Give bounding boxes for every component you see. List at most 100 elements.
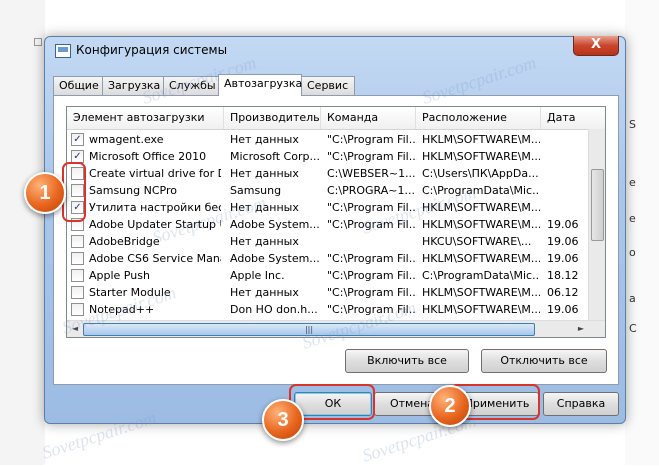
date-cell: 06.12	[547, 286, 579, 299]
startup-item-name: Microsoft Office 2010	[89, 150, 207, 163]
startup-checkbox[interactable]	[71, 218, 84, 231]
table-row[interactable]: Notepad++ Don HO don.h... "C:\Program Fil.…	[67, 301, 589, 318]
background-char: S	[629, 118, 636, 131]
window-title: Конфигурация системы	[76, 43, 228, 57]
vendor-cell: Adobe System...	[230, 252, 320, 265]
location-cell: HKLM\SOFTWARE\M...	[422, 201, 540, 214]
msconfig-app-icon	[55, 44, 71, 58]
startup-item-name: Apple Push	[89, 269, 150, 282]
command-cell: "C:\Program Fil...	[327, 150, 417, 163]
startup-item-name: Adobe CS6 Service Manager	[89, 252, 221, 265]
startup-list: Элемент автозагрузки Производитель Коман…	[66, 106, 606, 338]
date-cell	[547, 131, 587, 148]
table-row[interactable]: ✓ wmagent.exe Нет данных "C:\Program Fil...…	[67, 131, 589, 148]
tab-general[interactable]: Общие	[53, 76, 103, 95]
startup-checkbox[interactable]	[71, 184, 84, 197]
table-row[interactable]: Samsung NCPro Samsung C:\PROGRA~1... C:\Pro…	[67, 182, 589, 199]
location-cell: C:\Users\ПК\AppDa...	[422, 167, 539, 180]
column-header-startup-item[interactable]: Элемент автозагрузки	[67, 107, 224, 129]
startup-item-name: Create virtual drive for D...	[89, 167, 221, 180]
list-header: Элемент автозагрузки Производитель Коман…	[67, 107, 605, 130]
table-row[interactable]: Apple Push Apple Inc. "C:\Program Fil... C:…	[67, 267, 589, 284]
check-icon: ✓	[73, 202, 82, 213]
background-char: a	[629, 292, 636, 305]
startup-checkbox[interactable]	[71, 303, 84, 316]
table-row[interactable]: Create virtual drive for D... Нет данных C…	[67, 165, 589, 182]
startup-checkbox[interactable]: ✓	[71, 150, 84, 163]
location-cell: C:\ProgramData\Mic...	[422, 269, 540, 282]
startup-item-name: Утилита настройки бесп...	[89, 201, 221, 214]
close-button[interactable]: X	[573, 36, 619, 56]
tab-boot[interactable]: Загрузка	[102, 76, 164, 95]
vendor-cell: Microsoft Corp...	[230, 150, 320, 163]
location-cell: C:\ProgramData\Mic...	[422, 184, 540, 197]
horizontal-scroll-thumb[interactable]: |||	[83, 323, 535, 336]
startup-checkbox[interactable]	[71, 269, 84, 282]
command-cell: "C:\Program Fil...	[327, 133, 417, 146]
column-header-vendor[interactable]: Производитель	[224, 107, 321, 129]
startup-checkbox[interactable]	[71, 286, 84, 299]
date-cell	[547, 165, 587, 182]
date-cell: 19.06	[547, 303, 579, 316]
tab-services[interactable]: Службы	[163, 76, 219, 95]
scroll-left-icon[interactable]: ◄	[69, 323, 81, 335]
scroll-grip-icon: |||	[304, 325, 314, 334]
close-icon: X	[590, 37, 602, 52]
horizontal-scrollbar[interactable]: ◄ ||| ►	[67, 320, 605, 337]
command-cell: "C:\Program Fil...	[327, 303, 417, 316]
vertical-scrollbar[interactable]	[588, 129, 605, 321]
vendor-cell: Samsung	[230, 184, 282, 197]
enable-all-button[interactable]: Включить все	[345, 349, 469, 373]
command-cell: "C:\Program Fil...	[327, 201, 417, 214]
startup-item-name: wmagent.exe	[89, 133, 164, 146]
background-char: e	[629, 212, 636, 225]
msconfig-window: Конфигурация системы X Общие Загрузка Сл…	[44, 36, 626, 424]
startup-checkbox[interactable]	[71, 252, 84, 265]
date-cell: 18.12	[547, 269, 579, 282]
startup-checkbox[interactable]: ✓	[71, 201, 84, 214]
help-button[interactable]: Справка	[543, 392, 619, 416]
date-cell	[547, 182, 587, 199]
column-header-location[interactable]: Расположение	[416, 107, 541, 129]
table-row[interactable]: AdobeBridge Нет данных HKCU\SOFTWARE\... 19…	[67, 233, 589, 250]
check-icon: ✓	[73, 134, 82, 145]
vendor-cell: Don HO don.h...	[230, 303, 318, 316]
ok-button[interactable]: ОК	[294, 392, 372, 416]
vendor-cell: Нет данных	[230, 235, 299, 248]
command-cell: C:\WEBSER~1...	[327, 167, 416, 180]
location-cell: HKLM\SOFTWARE\M...	[422, 303, 540, 316]
vendor-cell: Apple Inc.	[230, 269, 285, 282]
table-row[interactable]: Adobe CS6 Service Manager Adobe System...…	[67, 250, 589, 267]
location-cell: HKLM\SOFTWARE\M...	[422, 286, 540, 299]
location-cell: HKLM\SOFTWARE\M...	[422, 150, 540, 163]
check-icon: ✓	[73, 151, 82, 162]
startup-checkbox[interactable]	[71, 235, 84, 248]
desktop-left-edge	[0, 0, 45, 465]
startup-checkbox[interactable]: ✓	[71, 133, 84, 146]
column-header-command[interactable]: Команда	[321, 107, 416, 129]
vendor-cell: Нет данных	[230, 201, 299, 214]
startup-checkbox[interactable]	[71, 167, 84, 180]
command-cell: "C:\Program Fil...	[327, 252, 417, 265]
column-header-date[interactable]: Дата	[541, 107, 605, 129]
command-cell: "C:\Program Fil...	[327, 286, 417, 299]
scroll-right-icon[interactable]: ►	[575, 323, 587, 335]
vendor-cell: Adobe System...	[230, 218, 320, 231]
window-fragment-icon	[34, 38, 42, 46]
startup-panel: Элемент автозагрузки Производитель Коман…	[53, 95, 619, 385]
startup-item-name: Adobe Updater Startup U...	[89, 218, 221, 231]
vendor-cell: Нет данных	[230, 133, 299, 146]
table-row[interactable]: ✓ Утилита настройки бесп... Нет данных "C:\…	[67, 199, 589, 216]
desktop-right-edge: S e e o a C	[625, 0, 659, 465]
date-cell	[547, 148, 587, 165]
date-cell: 19.06	[547, 252, 579, 265]
tab-startup[interactable]: Автозагрузка	[218, 74, 302, 96]
background-char: C	[629, 322, 637, 335]
table-row[interactable]: Adobe Updater Startup U... Adobe System..…	[67, 216, 589, 233]
title-bar[interactable]: Конфигурация системы X	[45, 36, 625, 63]
disable-all-button[interactable]: Отключить все	[481, 349, 607, 373]
table-row[interactable]: ✓ Microsoft Office 2010 Microsoft Corp... "…	[67, 148, 589, 165]
vertical-scroll-thumb[interactable]	[591, 169, 604, 241]
table-row[interactable]: Starter Module Нет данных "C:\Program Fil.…	[67, 284, 589, 301]
tab-tools[interactable]: Сервис	[301, 76, 355, 95]
